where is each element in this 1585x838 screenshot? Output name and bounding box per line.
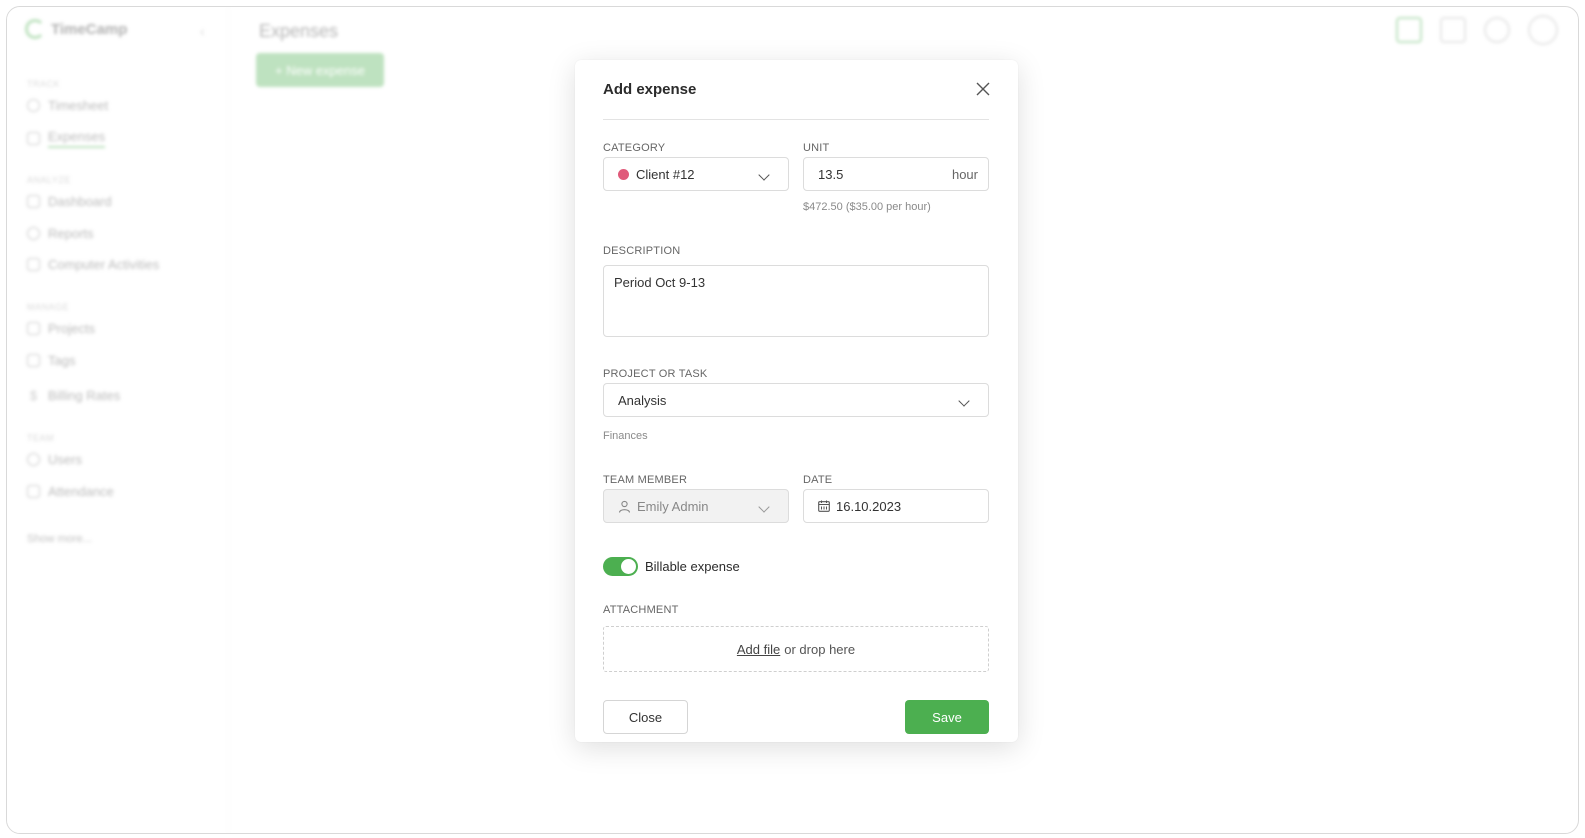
category-color-dot xyxy=(618,168,629,180)
unit-label: UNIT xyxy=(803,142,830,154)
user-icon xyxy=(618,500,631,513)
toggle-knob xyxy=(621,559,636,574)
unit-cost-hint: $472.50 ($35.00 per hour) xyxy=(803,201,931,213)
date-picker[interactable]: 16.10.2023 xyxy=(803,489,989,523)
category-select[interactable]: Client #12 xyxy=(603,157,789,191)
add-file-link[interactable]: Add file xyxy=(737,642,780,657)
project-parent-hint: Finances xyxy=(603,430,648,442)
date-label: DATE xyxy=(803,474,833,486)
project-select[interactable]: Analysis xyxy=(603,383,989,417)
description-textarea[interactable]: Period Oct 9-13 xyxy=(603,265,989,337)
team-member-value: Emily Admin xyxy=(637,498,709,514)
chevron-down-icon xyxy=(758,169,770,181)
team-member-select[interactable]: Emily Admin xyxy=(603,489,789,523)
unit-input[interactable] xyxy=(818,166,928,182)
chevron-down-icon xyxy=(958,395,970,407)
category-label: CATEGORY xyxy=(603,142,666,154)
project-value: Analysis xyxy=(618,392,667,408)
dialog-divider xyxy=(603,119,989,120)
unit-field[interactable]: hour xyxy=(803,157,989,191)
attachment-dropzone[interactable]: Add file or drop here xyxy=(603,626,989,672)
team-member-label: TEAM MEMBER xyxy=(603,474,688,486)
dialog-title: Add expense xyxy=(603,81,697,98)
drop-hint: or drop here xyxy=(784,641,856,657)
close-icon[interactable] xyxy=(975,81,991,97)
description-label: DESCRIPTION xyxy=(603,245,681,257)
project-label: PROJECT OR TASK xyxy=(603,368,708,380)
category-value: Client #12 xyxy=(636,166,695,182)
billable-toggle[interactable] xyxy=(603,557,638,576)
calendar-icon xyxy=(818,500,830,512)
add-expense-dialog: Add expense CATEGORY Client #12 UNIT hou… xyxy=(575,60,1018,742)
close-button[interactable]: Close xyxy=(603,700,688,734)
app-window: TimeCamp ‹ TRACK Timesheet Expenses ANAL… xyxy=(6,6,1579,834)
chevron-down-icon xyxy=(758,501,770,513)
unit-suffix: hour xyxy=(951,166,978,182)
billable-label: Billable expense xyxy=(645,559,740,574)
save-button[interactable]: Save xyxy=(905,700,989,734)
date-value: 16.10.2023 xyxy=(836,498,902,514)
attachment-label: ATTACHMENT xyxy=(603,604,679,616)
